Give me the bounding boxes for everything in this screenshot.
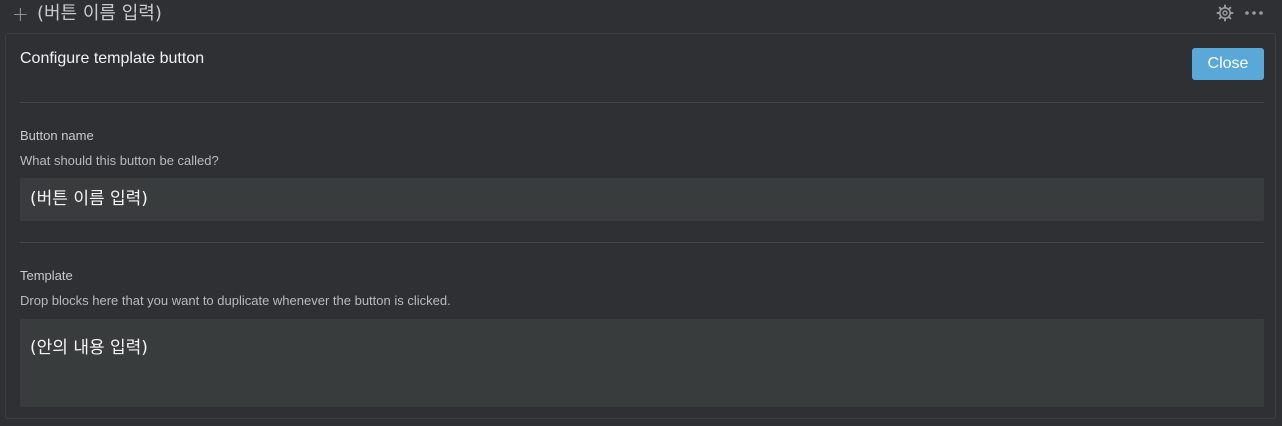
button-name-input[interactable]: (버튼 이름 입력): [20, 178, 1264, 221]
button-name-hint: What should this button be called?: [20, 153, 219, 168]
panel-title: Configure template button: [20, 50, 205, 67]
configure-panel: Configure template button Close Button n…: [5, 33, 1276, 419]
button-name-label: Button name: [20, 128, 94, 143]
template-drop-area[interactable]: (안의 내용 입력): [20, 319, 1264, 407]
close-button[interactable]: Close: [1192, 48, 1264, 80]
more-icon[interactable]: [1244, 4, 1264, 22]
block-header: + (버튼 이름 입력): [0, 0, 1282, 30]
divider: [20, 242, 1264, 243]
gear-icon[interactable]: [1216, 4, 1234, 22]
template-button-title[interactable]: (버튼 이름 입력): [37, 3, 162, 25]
template-hint: Drop blocks here that you want to duplic…: [20, 293, 451, 308]
template-label: Template: [20, 268, 73, 283]
divider: [20, 102, 1264, 103]
plus-icon[interactable]: +: [12, 4, 29, 24]
template-content-block[interactable]: (안의 내용 입력): [30, 337, 148, 359]
